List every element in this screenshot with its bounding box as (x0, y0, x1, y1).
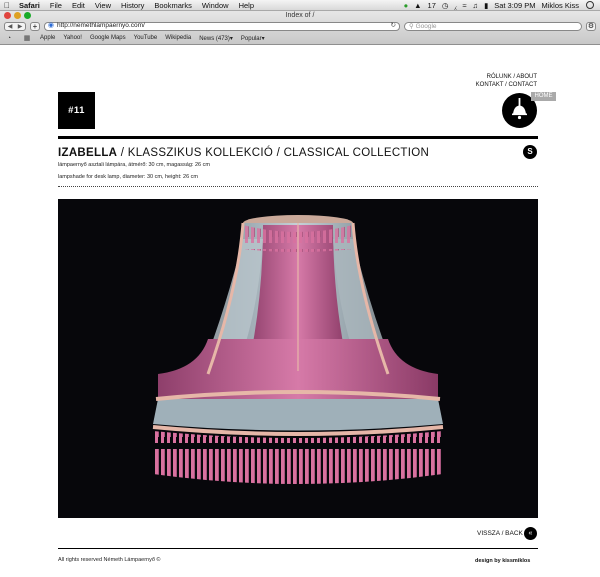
zoom-window-icon[interactable] (24, 12, 31, 19)
search-icon: ⚲ (409, 22, 414, 30)
bluetooth-icon[interactable]: ⁁ (451, 1, 459, 10)
menu-edit[interactable]: Edit (67, 1, 90, 10)
close-window-icon[interactable] (4, 12, 11, 19)
bookmark-youtube[interactable]: YouTube (134, 35, 158, 41)
time-machine-icon[interactable]: ◷ (439, 1, 452, 10)
dotted-divider (58, 186, 538, 187)
menu-view[interactable]: View (90, 1, 116, 10)
wifi-icon[interactable]: ≈ (459, 1, 469, 10)
battery-icon[interactable]: ▮ (481, 1, 491, 10)
clock[interactable]: Sat 3:09 PM (491, 1, 538, 10)
description-en: lampshade for desk lamp, diameter: 30 cm… (58, 174, 199, 180)
reload-icon[interactable]: ↻ (391, 22, 396, 30)
bookmark-yahoo[interactable]: Yahoo! (63, 35, 82, 41)
header-rule (58, 136, 538, 139)
forward-arrow-icon[interactable]: ▶ (15, 23, 25, 30)
toolbar: ◀ ▶ + ◉ http://nemethlampaernyo.com/ ↻ ⚲… (0, 20, 600, 32)
user-name[interactable]: Miklos Kiss (538, 1, 582, 10)
address-bar[interactable]: ◉ http://nemethlampaernyo.com/ ↻ (43, 21, 400, 31)
top-sites-icon[interactable]: ▦ (22, 34, 32, 42)
bookmark-popular[interactable]: Popular▾ (241, 35, 265, 42)
back-arrow-icon[interactable]: ◀ (5, 23, 15, 30)
site-logo[interactable]: #11 (58, 92, 95, 129)
menu-history[interactable]: History (116, 1, 149, 10)
title-bar: Index of / (0, 11, 600, 20)
window-title: Index of / (285, 12, 315, 19)
back-link[interactable]: VISSZA / BACK (477, 530, 523, 537)
status-area: ● ▲ 17 ◷ ⁁ ≈ ♫ ▮ Sat 3:09 PM Miklos Kiss (401, 1, 600, 10)
bookmark-news[interactable]: News (473)▾ (199, 35, 233, 42)
menu-window[interactable]: Window (197, 1, 234, 10)
bookmark-wikipedia[interactable]: Wikipedia (165, 35, 191, 41)
nav-about-link[interactable]: RÓLUNK / ABOUT (476, 73, 537, 81)
app-icon[interactable]: ▲ (411, 1, 424, 10)
design-credit[interactable]: design by kissmiklos (475, 558, 530, 564)
menu-help[interactable]: Help (234, 1, 259, 10)
product-photo (58, 199, 538, 518)
description-hu: lámpaernyő asztali lámpára, átmérő: 30 c… (58, 162, 210, 168)
share-badge[interactable]: S (523, 145, 537, 159)
apple-menu-icon[interactable]:  (0, 1, 14, 10)
nav-buttons: ◀ ▶ (4, 21, 26, 31)
window-controls (4, 12, 31, 19)
globe-icon: ◉ (47, 22, 55, 29)
gear-icon[interactable]: ⚙ (586, 21, 596, 31)
copyright-text: All rights reserved Németh Lámpaernyő © (58, 557, 161, 563)
bookmark-apple[interactable]: Apple (40, 35, 55, 41)
minimize-window-icon[interactable] (14, 12, 21, 19)
menu-file[interactable]: File (45, 1, 67, 10)
home-button[interactable]: HOME (531, 92, 556, 101)
status-count[interactable]: 17 (425, 1, 439, 10)
add-bookmark-button[interactable]: + (30, 21, 40, 31)
menu-bar:  Safari File Edit View History Bookmark… (0, 0, 600, 11)
browser-chrome: Index of / ◀ ▶ + ◉ http://nemethlampaern… (0, 11, 600, 45)
product-name: IZABELLA (58, 147, 118, 159)
collection-path: / KLASSZIKUS KOLLEKCIÓ / CLASSICAL COLLE… (117, 147, 430, 159)
search-field[interactable]: ⚲ Google (404, 21, 583, 31)
bookmark-google-maps[interactable]: Google Maps (90, 35, 126, 41)
url-text: http://nemethlampaernyo.com/ (57, 22, 145, 29)
footer-rule (58, 548, 538, 549)
page-title: IZABELLA / KLASSZIKUS KOLLEKCIÓ / CLASSI… (58, 147, 429, 159)
search-placeholder: Google (415, 22, 437, 30)
nav-contact-link[interactable]: KONTAKT / CONTACT (476, 81, 537, 89)
menu-bookmarks[interactable]: Bookmarks (149, 1, 197, 10)
sync-icon[interactable]: ● (401, 1, 412, 10)
menu-app[interactable]: Safari (14, 1, 45, 10)
top-nav: RÓLUNK / ABOUT KONTAKT / CONTACT (476, 73, 537, 89)
volume-icon[interactable]: ♫ (469, 1, 481, 10)
back-arrow-icon[interactable]: « (524, 527, 537, 540)
bookmarks-bar: ◔ ▦ Apple Yahoo! Google Maps YouTube Wik… (0, 32, 600, 44)
spotlight-icon[interactable] (586, 1, 594, 9)
reading-list-icon[interactable]: ◔ (4, 35, 14, 42)
